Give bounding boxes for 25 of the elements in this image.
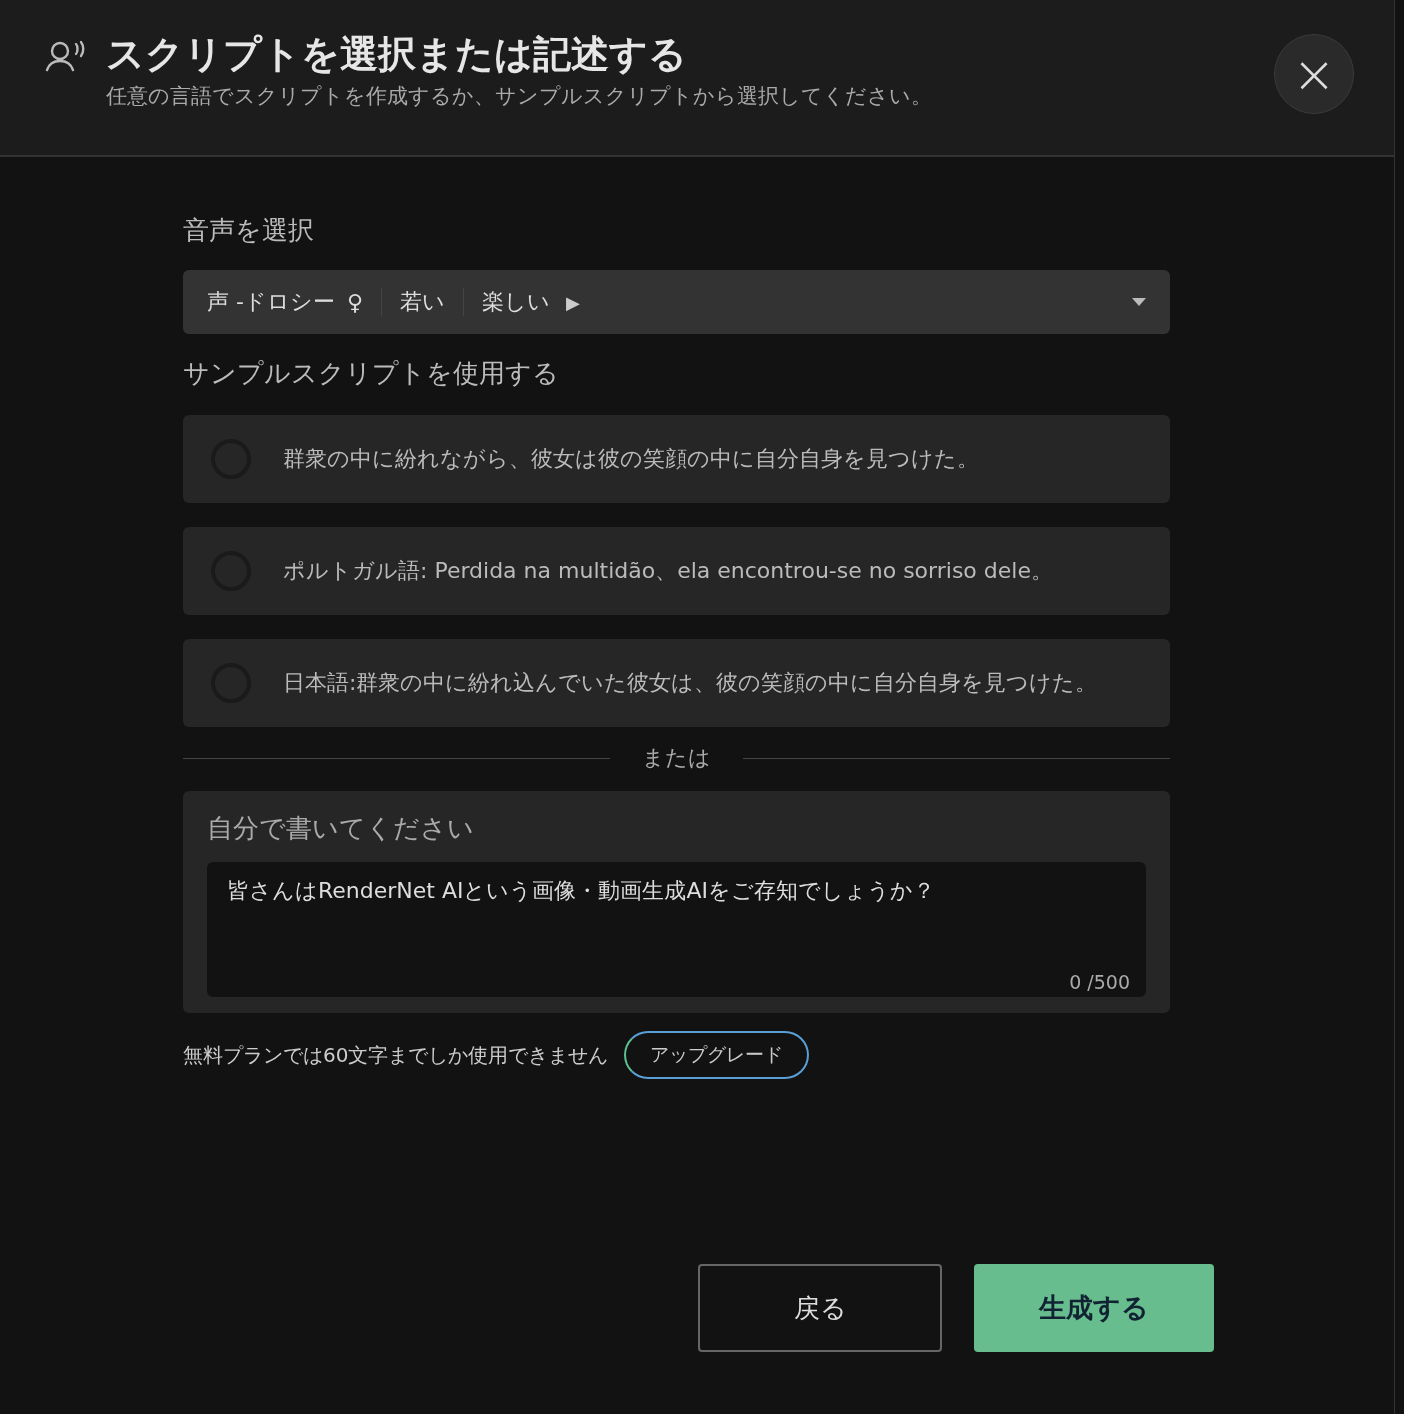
limit-notice: 無料プランでは60文字までしか使用できません	[183, 1041, 609, 1069]
caret-icon	[1132, 298, 1146, 306]
back-button[interactable]: 戻る	[698, 1264, 942, 1352]
divider-text: または	[642, 744, 711, 772]
gender-symbol: ♀	[346, 289, 364, 315]
voice-name: 声 -ドロシー	[207, 288, 335, 316]
dialog-title: スクリプトを選択または記述する	[106, 31, 688, 78]
option-text: 群衆の中に紛れながら、彼女は彼の笑顔の中に自分自身を見つけた。	[283, 445, 979, 473]
dialog-subtitle: 任意の言語でスクリプトを作成するか、サンプルスクリプトから選択してください。	[106, 83, 933, 110]
sample-option[interactable]: 群衆の中に紛れながら、彼女は彼の笑顔の中に自分自身を見つけた。	[183, 415, 1170, 503]
section-label: 音声を選択	[183, 214, 315, 247]
sample-option[interactable]: ポルトガル語: Perdida na multidão、ela encontrou-se no sorriso dele。	[183, 527, 1170, 615]
option-text: ポルトガル語: Perdida na multidão、ela encontrou-se no sorriso dele。	[283, 557, 1053, 585]
write-label: 自分で書いてください	[207, 812, 475, 845]
section-label: サンプルスクリプトを使用する	[183, 357, 560, 390]
upgrade-button[interactable]: アップグレード	[624, 1031, 810, 1079]
generate-button[interactable]: 生成する	[974, 1264, 1214, 1352]
character-counter: 0 /500	[1069, 971, 1130, 993]
sample-option[interactable]: 日本語:群衆の中に紛れ込んでいた彼女は、彼の笑顔の中に自分自身を見つけた。	[183, 639, 1170, 727]
close-button[interactable]: ×	[1274, 34, 1354, 114]
voice-tag: 楽しい	[482, 287, 551, 317]
voice-dropdown[interactable]: 声 -ドロシー ♀ 若い 楽しい ▶	[183, 270, 1170, 334]
play-button[interactable]: ▶	[566, 291, 580, 313]
voice-tag: 若い	[400, 287, 446, 317]
option-text: 日本語:群衆の中に紛れ込んでいた彼女は、彼の笑顔の中に自分自身を見つけた。	[283, 669, 1098, 697]
